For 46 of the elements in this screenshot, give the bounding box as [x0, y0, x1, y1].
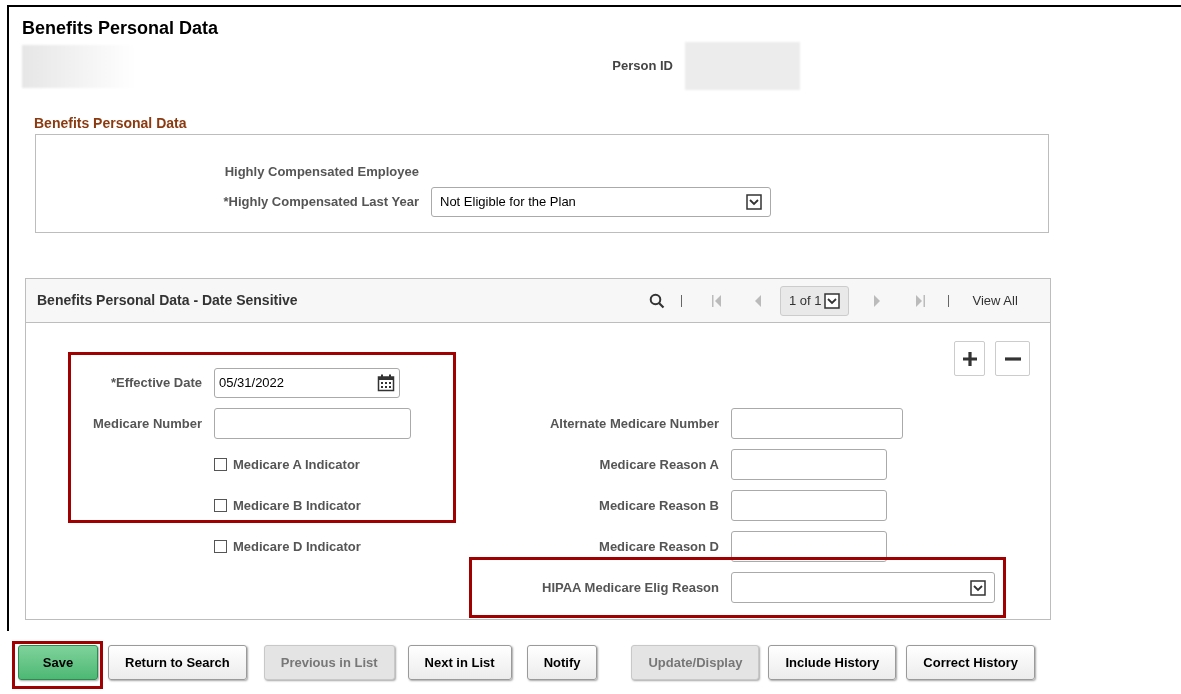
dropdown-field[interactable]: Not Eligible for the Plan [431, 187, 771, 217]
next-icon[interactable] [872, 294, 881, 307]
page-title: Benefits Personal Data [22, 17, 220, 40]
checkbox[interactable] [214, 540, 227, 553]
field-label: Medicare Number [91, 414, 202, 433]
plus-icon [962, 351, 977, 366]
field-label: Highly Compensated Employee [223, 163, 419, 182]
search-icon[interactable] [649, 292, 665, 309]
save-button[interactable]: Save [18, 645, 98, 680]
checkbox-label: Medicare D Indicator [233, 537, 361, 556]
action-button[interactable]: Notify [526, 645, 598, 680]
dropdown-caret-icon [746, 194, 762, 210]
field-label: *Effective Date [109, 373, 202, 392]
action-button[interactable]: Next in List [407, 645, 512, 680]
page-selector[interactable]: 1 of 1 [780, 285, 849, 316]
field-label: Medicare Reason D [598, 537, 719, 556]
text-field[interactable] [731, 408, 903, 439]
text-field[interactable] [731, 449, 887, 480]
checkbox[interactable] [214, 458, 227, 471]
dropdown-caret-icon [970, 579, 986, 596]
field-label: Medicare Reason A [598, 455, 719, 474]
delete-row-button[interactable] [995, 341, 1030, 376]
calendar-icon[interactable] [377, 373, 395, 392]
dropdown-field[interactable] [731, 572, 995, 603]
text-field[interactable] [214, 408, 411, 439]
section-title: Benefits Personal Data [34, 114, 188, 132]
add-row-button[interactable] [954, 341, 985, 376]
field-label: Alternate Medicare Number [548, 414, 719, 433]
dropdown-caret-icon [823, 292, 840, 309]
action-button[interactable]: Correct History [906, 645, 1035, 680]
checkbox-label: Medicare A Indicator [233, 455, 360, 474]
text-field[interactable] [731, 490, 887, 521]
view-all-link[interactable]: View All [972, 290, 1018, 311]
action-button[interactable]: Return to Search [108, 645, 247, 680]
first-page-icon[interactable] [712, 294, 722, 307]
person-id-label: Person ID [611, 57, 673, 76]
previous-icon[interactable] [754, 294, 762, 307]
action-button[interactable]: Include History [768, 645, 897, 680]
checkbox[interactable] [214, 499, 227, 512]
field-label: Medicare Reason B [598, 496, 719, 515]
field-label: *Highly Compensated Last Year [222, 193, 419, 212]
checkbox-label: Medicare B Indicator [233, 496, 361, 515]
last-page-icon[interactable] [914, 294, 925, 307]
date-field[interactable]: 05/31/2022 [214, 367, 400, 398]
group-title: Benefits Personal Data - Date Sensitive [37, 291, 299, 310]
field-label: HIPAA Medicare Elig Reason [541, 578, 719, 597]
